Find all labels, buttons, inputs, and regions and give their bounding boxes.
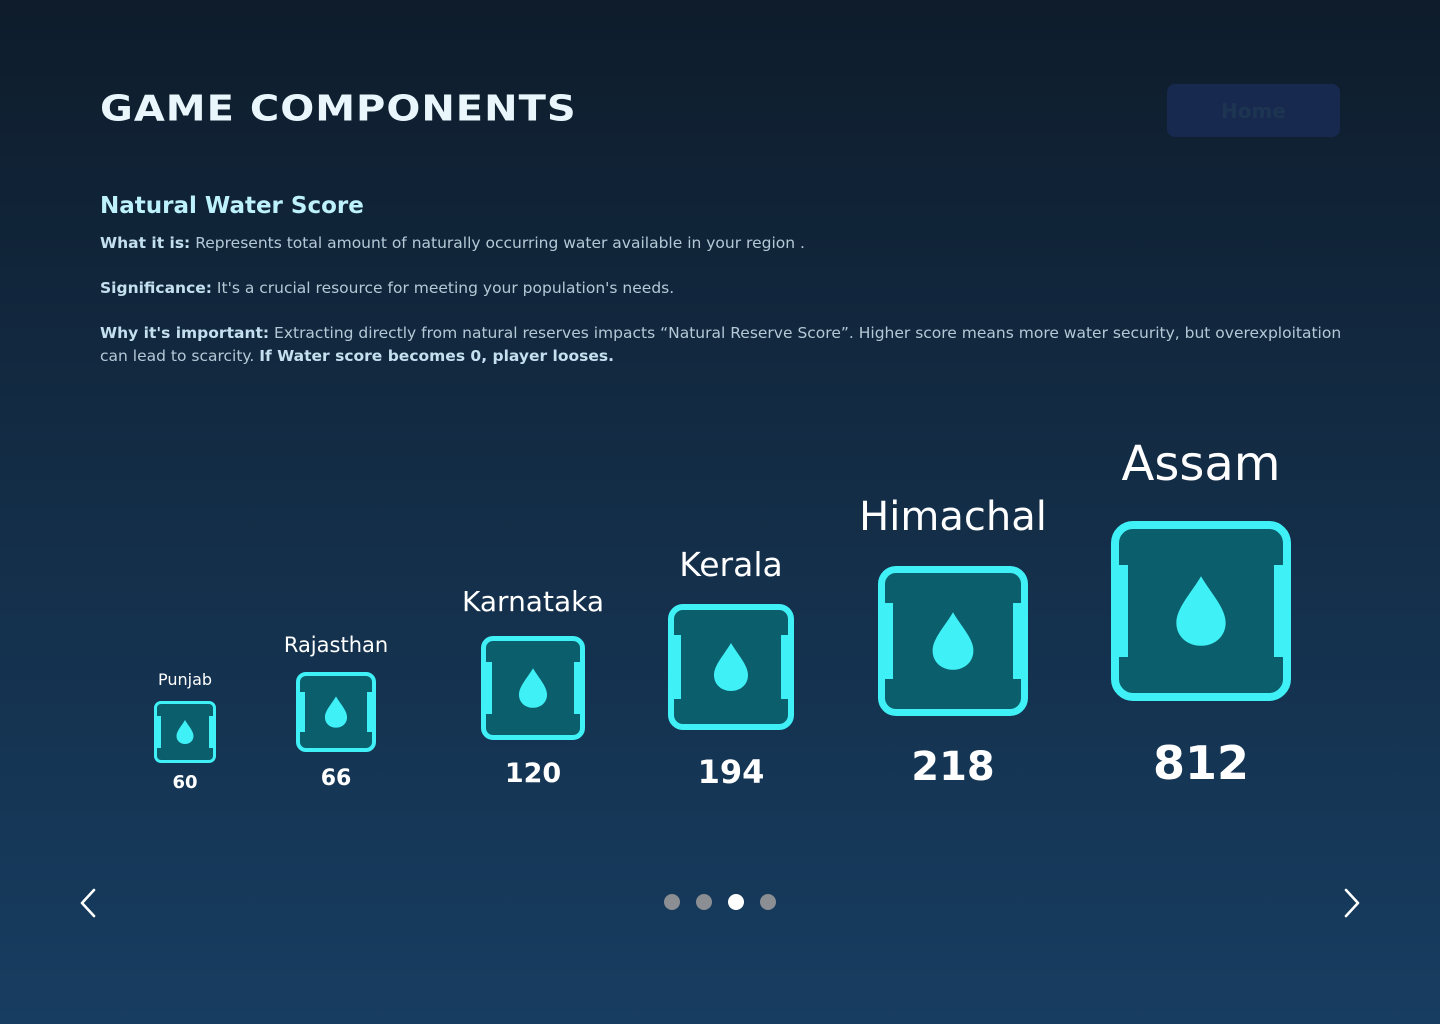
tier-score: 218 <box>911 744 995 790</box>
pagination-dot[interactable] <box>760 894 776 910</box>
pagination-dot[interactable] <box>696 894 712 910</box>
tier-name: Assam <box>1121 436 1281 492</box>
water-tile <box>296 672 376 752</box>
water-drop-icon <box>176 720 194 744</box>
region-tiers: Punjab 60 Rajasthan 66 Karnataka 120 Ker… <box>0 0 1440 1024</box>
tier-assam: Assam 812 <box>1031 0 1371 1024</box>
pagination-dot[interactable] <box>728 894 744 910</box>
tier-name: Himachal <box>859 494 1047 540</box>
tier-score: 194 <box>697 753 765 791</box>
chevron-left-icon <box>80 888 96 918</box>
water-drop-icon <box>1176 576 1226 646</box>
water-drop-icon <box>324 696 348 728</box>
water-tile <box>154 701 216 763</box>
water-tile <box>668 604 794 730</box>
tier-score: 66 <box>320 766 352 791</box>
water-tile <box>878 566 1028 716</box>
tier-name: Kerala <box>679 545 783 584</box>
tier-name: Punjab <box>157 670 213 689</box>
chevron-right-icon <box>1344 888 1360 918</box>
tier-score: 812 <box>1152 736 1250 790</box>
previous-slide-button[interactable] <box>72 886 106 920</box>
tier-name: Karnataka <box>462 585 604 618</box>
tier-name: Rajasthan <box>283 633 389 657</box>
next-slide-button[interactable] <box>1334 886 1368 920</box>
tier-score: 60 <box>172 772 198 793</box>
water-drop-icon <box>714 643 748 691</box>
water-drop-icon <box>518 668 548 708</box>
tier-score: 120 <box>504 758 562 789</box>
water-tile <box>481 636 585 740</box>
water-drop-icon <box>932 612 974 670</box>
water-tile <box>1111 521 1291 701</box>
pagination-dot[interactable] <box>664 894 680 910</box>
